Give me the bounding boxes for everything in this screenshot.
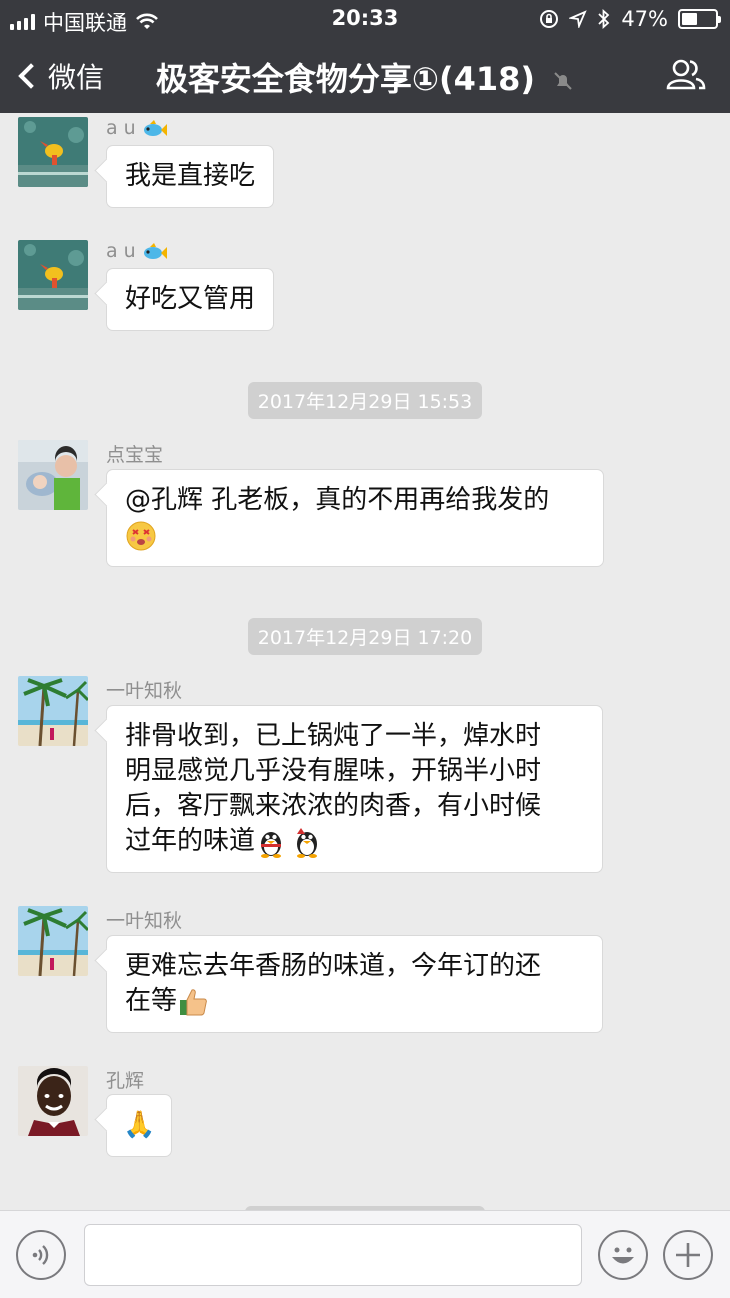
timestamp-divider: 2017年12月29日 15:53 bbox=[0, 382, 730, 419]
sender-name-text: 一叶知秋 bbox=[106, 910, 183, 932]
message-item: 孔辉 🙏 bbox=[18, 1066, 718, 1166]
message-item: 点宝宝 @孔辉 孔老板，真的不用再给我发的 bbox=[18, 440, 718, 580]
top-bar: 中国联通 20:33 47% 微信 极客安全食物分享①(418) bbox=[0, 0, 730, 113]
message-text-line: 过年的味道 bbox=[125, 826, 256, 856]
message-text: 我是直接吃 bbox=[125, 161, 256, 191]
penguin-emoji-icon bbox=[261, 831, 282, 858]
sender-name: 一叶知秋 bbox=[106, 676, 182, 703]
sender-name: 一叶知秋 bbox=[106, 906, 182, 933]
sender-name: a u bbox=[106, 117, 168, 139]
avatar-image bbox=[18, 240, 88, 310]
message-bubble[interactable]: 🙏 bbox=[106, 1094, 173, 1157]
status-right: 47% bbox=[539, 7, 721, 31]
avatar[interactable] bbox=[18, 676, 88, 746]
message-item: 一叶知秋 排骨收到，已上锅炖了一半，焯水时 明显感觉几乎没有腥味，开锅半小时 后… bbox=[18, 676, 718, 886]
message-text-line: 排骨收到，已上锅炖了一半，焯水时 bbox=[125, 721, 542, 751]
avatar-image bbox=[18, 117, 88, 187]
avatar-image bbox=[18, 440, 88, 510]
message-text: 好吃又管用 bbox=[125, 284, 256, 314]
status-bar: 中国联通 20:33 47% bbox=[0, 0, 730, 38]
message-text: @孔辉 孔老板，真的不用再给我发的 bbox=[125, 485, 550, 515]
timestamp-label: 2017年12月29日 15:53 bbox=[247, 382, 483, 419]
sender-name-text: a u bbox=[106, 117, 136, 139]
nav-bar: 微信 极客安全食物分享①(418) bbox=[0, 38, 730, 113]
fish-emoji-icon bbox=[143, 119, 167, 136]
sender-name-text: 点宝宝 bbox=[106, 444, 164, 466]
bluetooth-icon bbox=[598, 9, 610, 29]
fish-emoji-icon bbox=[143, 242, 167, 259]
orientation-lock-icon bbox=[540, 10, 559, 28]
avatar[interactable] bbox=[18, 1066, 88, 1136]
more-actions-icon bbox=[676, 1243, 700, 1267]
emoji-picker-button[interactable] bbox=[598, 1230, 648, 1280]
sender-name: 点宝宝 bbox=[106, 440, 163, 467]
message-text-line: 在等 bbox=[125, 986, 178, 1016]
more-actions-button[interactable] bbox=[663, 1230, 713, 1280]
voice-input-button[interactable] bbox=[16, 1230, 66, 1280]
sender-name: 孔辉 bbox=[106, 1066, 144, 1093]
message-text-input[interactable] bbox=[84, 1224, 582, 1286]
avatar-image bbox=[18, 1066, 88, 1136]
emoji-picker-icon bbox=[612, 1247, 634, 1264]
avatar[interactable] bbox=[18, 117, 88, 187]
message-bubble[interactable]: @孔辉 孔老板，真的不用再给我发的 bbox=[106, 469, 604, 567]
message-text-line: 明显感觉几乎没有腥味，开锅半小时 bbox=[125, 756, 542, 786]
avatar[interactable] bbox=[18, 240, 88, 310]
message-bubble[interactable]: 好吃又管用 bbox=[106, 268, 275, 331]
battery-percent: 47% bbox=[621, 7, 668, 31]
location-icon bbox=[569, 10, 588, 28]
timestamp-label: 2017年12月29日 17:20 bbox=[247, 618, 483, 655]
message-item: a u 我是直接吃 bbox=[18, 117, 718, 217]
message-bubble[interactable]: 更难忘去年香肠的味道，今年订的还 在等 bbox=[106, 935, 603, 1033]
voice-input-icon bbox=[32, 1245, 49, 1265]
sender-name-text: 一叶知秋 bbox=[106, 680, 183, 702]
message-text-line: 更难忘去年香肠的味道，今年订的还 bbox=[125, 951, 542, 981]
avatar[interactable] bbox=[18, 440, 88, 510]
penguin-emoji-icon bbox=[297, 827, 318, 858]
message-text-line: 后，客厅飘来浓浓的肉香，有小时候 bbox=[125, 791, 542, 821]
message-item: a u 好吃又管用 bbox=[18, 240, 718, 340]
chat-message-list[interactable]: a u 我是直接吃 a u 好吃又管用 2017年12月29日 15:53 点宝… bbox=[0, 113, 730, 1210]
timestamp-divider: 2017年12月29日 17:20 bbox=[0, 618, 730, 655]
battery-fill bbox=[682, 13, 697, 25]
sender-name-text: 孔辉 bbox=[106, 1070, 145, 1092]
chat-title-text: 极客安全食物分享①(418) bbox=[155, 60, 535, 98]
avatar[interactable] bbox=[18, 906, 88, 976]
chat-title: 极客安全食物分享①(418) bbox=[0, 54, 730, 100]
sender-name-text: a u bbox=[106, 240, 136, 262]
mute-bell-icon bbox=[554, 72, 572, 90]
avatar-image bbox=[18, 676, 88, 746]
message-item: 一叶知秋 更难忘去年香肠的味道，今年订的还 在等 bbox=[18, 906, 718, 1046]
message-bubble[interactable]: 我是直接吃 bbox=[106, 145, 275, 208]
avatar-image bbox=[18, 906, 88, 976]
battery-icon bbox=[678, 9, 721, 29]
thumbs-up-emoji-icon bbox=[180, 988, 207, 1015]
sender-name: a u bbox=[106, 240, 168, 262]
praying-hands-emoji-icon: 🙏 bbox=[123, 1110, 156, 1140]
message-bubble[interactable]: 排骨收到，已上锅炖了一半，焯水时 明显感觉几乎没有腥味，开锅半小时 后，客厅飘来… bbox=[106, 705, 603, 873]
message-input-bar bbox=[0, 1210, 730, 1298]
group-members-icon[interactable] bbox=[666, 58, 706, 90]
dizzy-face-emoji-icon bbox=[126, 521, 156, 550]
